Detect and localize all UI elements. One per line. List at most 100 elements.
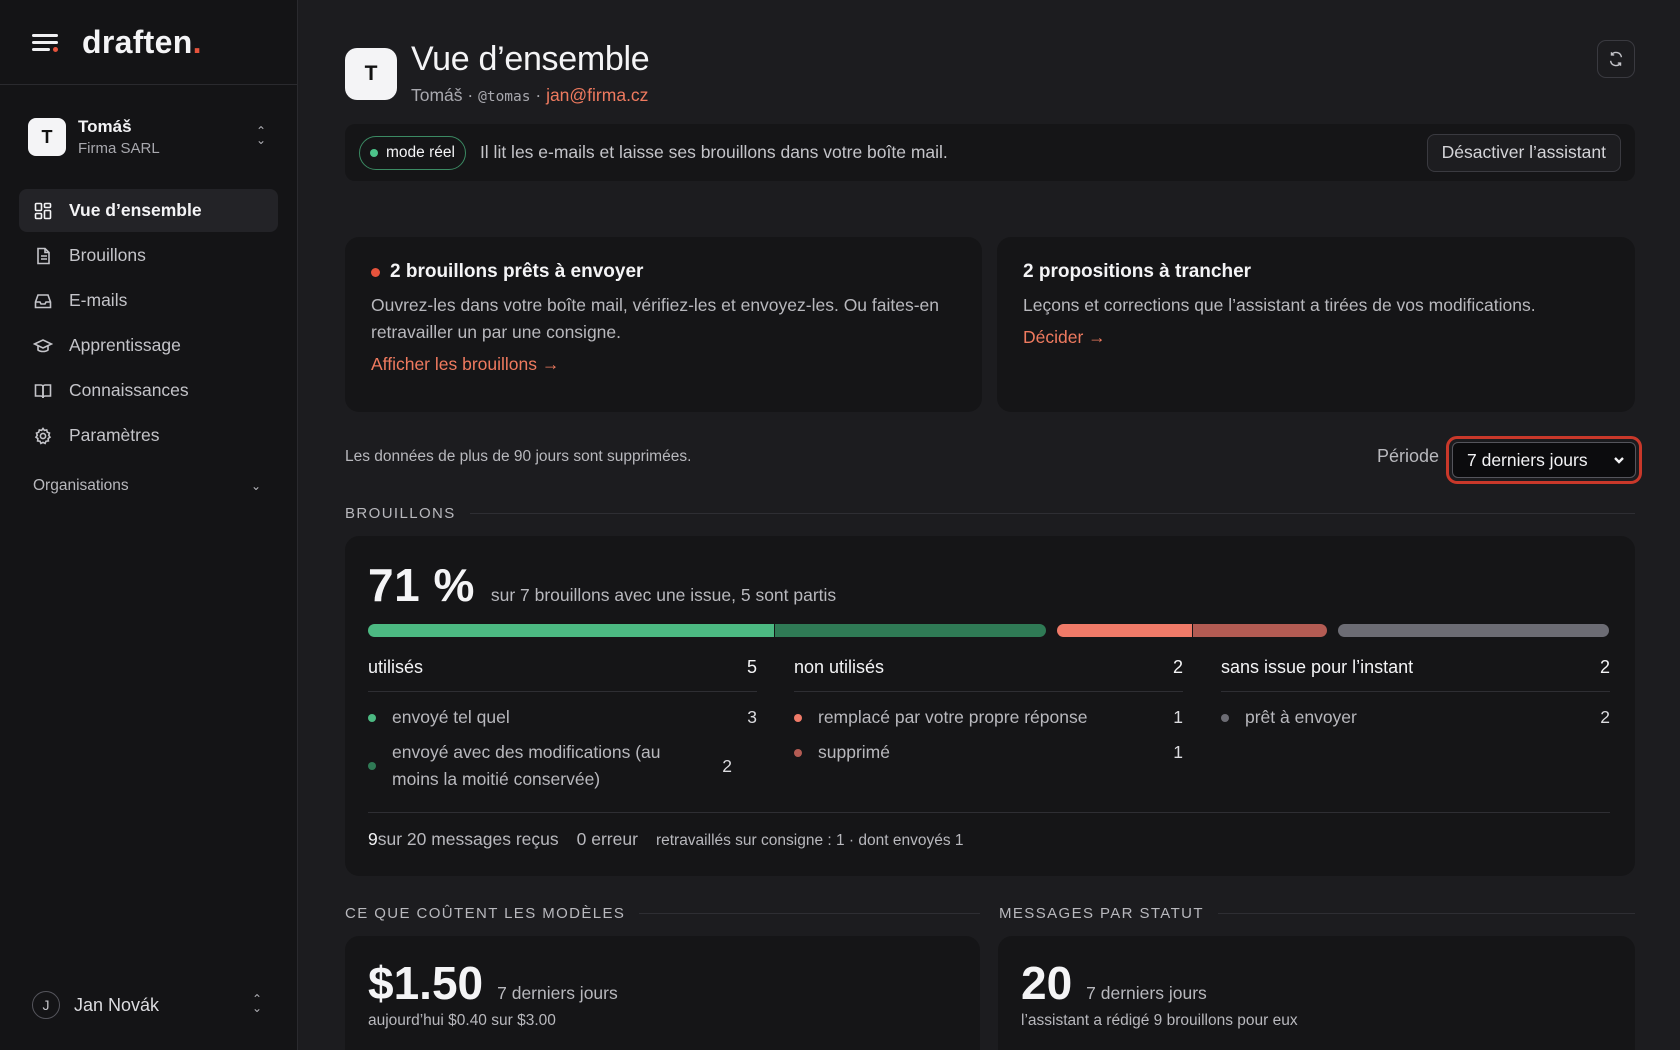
menu-icon[interactable]: [32, 30, 60, 54]
reworked-stats: retravaillés sur consigne : 1 · dont env…: [655, 832, 964, 849]
status-dot-icon: [368, 713, 376, 722]
used-column: utilisés 5 envoyé tel quel 3 envoyé avec d…: [368, 654, 757, 793]
sidebar-item-label: Apprentissage: [69, 335, 181, 355]
sidebar-item-label: Paramètres: [69, 425, 160, 445]
bar-segment: [1338, 624, 1609, 637]
chevron-up-down-icon: ⌃ ⌄: [255, 124, 267, 147]
cost-period: 7 derniers jours: [497, 983, 618, 1003]
book-icon: [33, 381, 53, 401]
chevron-up-down-icon: ⌃ ⌄: [251, 992, 263, 1015]
status-card: 20 7 derniers jours l’assistant a rédigé…: [998, 936, 1635, 1050]
sidebar-item-drafts[interactable]: Brouillons: [19, 234, 278, 277]
user-name: Jan Novák: [74, 994, 160, 1015]
brand-bar: draften.: [0, 0, 297, 85]
period-label: Période: [1376, 446, 1439, 466]
period-row: Les données de plus de 90 jours sont sup…: [345, 436, 1642, 484]
profile-subtitle: Tomáš · @tomas · jan@firma.cz: [411, 85, 649, 105]
graduation-cap-icon: [33, 336, 53, 356]
dashboard-icon: [33, 201, 53, 221]
mode-description: Il lit les e-mails et laisse ses brouill…: [479, 142, 948, 162]
profile-email-link[interactable]: jan@firma.cz: [546, 85, 648, 105]
list-item: envoyé avec des modifications (au moins …: [368, 739, 757, 793]
user-avatar: J: [32, 991, 60, 1019]
page-title: Vue d’ensemble: [411, 40, 650, 78]
column-count: 2: [1599, 657, 1610, 677]
cost-amount: $1.50: [368, 957, 484, 1009]
period-selected-value: 7 derniers jours: [1467, 449, 1588, 470]
drafts-usage-percent: 71 %: [368, 559, 475, 611]
document-icon: [33, 246, 53, 266]
received-text: sur 20 messages reçus: [377, 829, 559, 849]
sidebar-item-label: E-mails: [69, 290, 128, 310]
user-menu[interactable]: J Jan Novák ⌃ ⌄: [0, 960, 297, 1050]
account-company: Firma SARL: [78, 140, 160, 157]
unused-column: non utilisés 2 remplacé par votre propre …: [794, 654, 1183, 766]
status-dot-icon: [1221, 713, 1229, 722]
drafts-usage-summary: sur 7 brouillons avec une issue, 5 sont …: [490, 585, 837, 605]
column-count: 5: [746, 657, 757, 677]
proposals-text: Leçons et corrections que l’assistant a …: [1023, 295, 1536, 315]
period-select[interactable]: 7 derniers jours: [1446, 436, 1642, 484]
messages-period: 7 derniers jours: [1086, 983, 1207, 1003]
sidebar-item-knowledge[interactable]: Connaissances: [19, 369, 278, 412]
refresh-icon: [1609, 51, 1623, 67]
deactivate-assistant-button[interactable]: Désactiver l’assistant: [1426, 133, 1621, 172]
list-item: supprimé 1: [794, 739, 1183, 766]
main-content: T Vue d’ensemble Tomáš · @tomas · jan@fi…: [345, 0, 1642, 1050]
bar-segment: [368, 624, 775, 637]
drafts-ready-text: Ouvrez-les dans votre boîte mail, vérifi…: [371, 295, 940, 342]
status-dot-icon: [370, 148, 378, 157]
retention-note: Les données de plus de 90 jours sont sup…: [345, 448, 692, 465]
organisations-label: Organisations: [33, 477, 129, 494]
sidebar-item-learning[interactable]: Apprentissage: [19, 324, 278, 367]
error-count: 0 erreur: [576, 829, 638, 849]
mode-banner: mode réel Il lit les e-mails et laisse s…: [345, 124, 1635, 181]
column-count: 2: [1172, 657, 1183, 677]
profile-name: Tomáš: [411, 85, 463, 105]
list-item: prêt à envoyer 2: [1221, 704, 1610, 731]
cost-today-note: aujourd’hui $0.40 sur $3.00: [368, 1012, 556, 1029]
column-title: sans issue pour l’instant: [1221, 657, 1414, 677]
sidebar-item-emails[interactable]: E-mails: [19, 279, 278, 322]
bar-segment: [1192, 624, 1328, 637]
decide-link[interactable]: Décider →: [1023, 327, 1106, 348]
drafts-footer: 9 sur 20 messages reçus 0 erreur retrava…: [368, 812, 1610, 850]
account-name: Tomáš: [78, 117, 132, 136]
received-count: 9: [368, 829, 378, 849]
profile-avatar: T: [345, 48, 397, 100]
organisations-toggle[interactable]: Organisations ⌄: [0, 477, 297, 495]
list-item: remplacé par votre propre réponse 1: [794, 704, 1183, 731]
drafts-ready-card: 2 brouillons prêts à envoyer Ouvrez-les …: [345, 237, 982, 412]
proposals-title: 2 propositions à trancher: [1023, 261, 1252, 282]
messages-count: 20: [1021, 957, 1073, 1009]
chevron-down-icon: [1614, 457, 1624, 464]
logo[interactable]: draften.: [82, 24, 202, 61]
section-title-status: MESSAGES PAR STATUT: [999, 905, 1635, 922]
messages-note: l’assistant a rédigé 9 brouillons pour e…: [1021, 1012, 1298, 1029]
sidebar-item-settings[interactable]: Paramètres: [19, 414, 278, 457]
alert-dot-icon: [371, 267, 380, 277]
account-switcher[interactable]: T Tomáš Firma SARL ⌃ ⌄: [0, 85, 297, 189]
mode-badge: mode réel: [359, 135, 466, 170]
status-dot-icon: [794, 748, 802, 757]
bar-segment: [775, 624, 1046, 637]
proposals-card: 2 propositions à trancher Leçons et corr…: [997, 237, 1635, 412]
costs-card: $1.50 7 derniers jours aujourd’hui $0.40…: [345, 936, 980, 1050]
sidebar: draften. T Tomáš Firma SARL ⌃ ⌄ Vue d’ens…: [0, 0, 298, 1050]
drafts-breakdown-bar: [368, 624, 1610, 637]
pending-column: sans issue pour l’instant 2 prêt à envoye…: [1221, 654, 1610, 731]
section-title-drafts: BROUILLONS: [345, 505, 1635, 522]
drafts-ready-title: 2 brouillons prêts à envoyer: [371, 261, 956, 283]
sidebar-item-overview[interactable]: Vue d’ensemble: [19, 189, 278, 232]
sidebar-nav: Vue d’ensemble Brouillons E-mails Appren…: [0, 189, 297, 457]
show-drafts-link[interactable]: Afficher les brouillons →: [371, 354, 559, 375]
page-header: T Vue d’ensemble Tomáš · @tomas · jan@fi…: [345, 40, 1635, 110]
list-item: envoyé tel quel 3: [368, 704, 757, 731]
sidebar-item-label: Vue d’ensemble: [69, 200, 202, 220]
bar-segment: [1056, 624, 1192, 637]
sidebar-item-label: Brouillons: [69, 245, 146, 265]
chevron-down-icon: ⌄: [250, 479, 261, 493]
column-title: non utilisés: [794, 657, 885, 677]
column-title: utilisés: [368, 657, 424, 677]
refresh-button[interactable]: [1597, 40, 1635, 78]
